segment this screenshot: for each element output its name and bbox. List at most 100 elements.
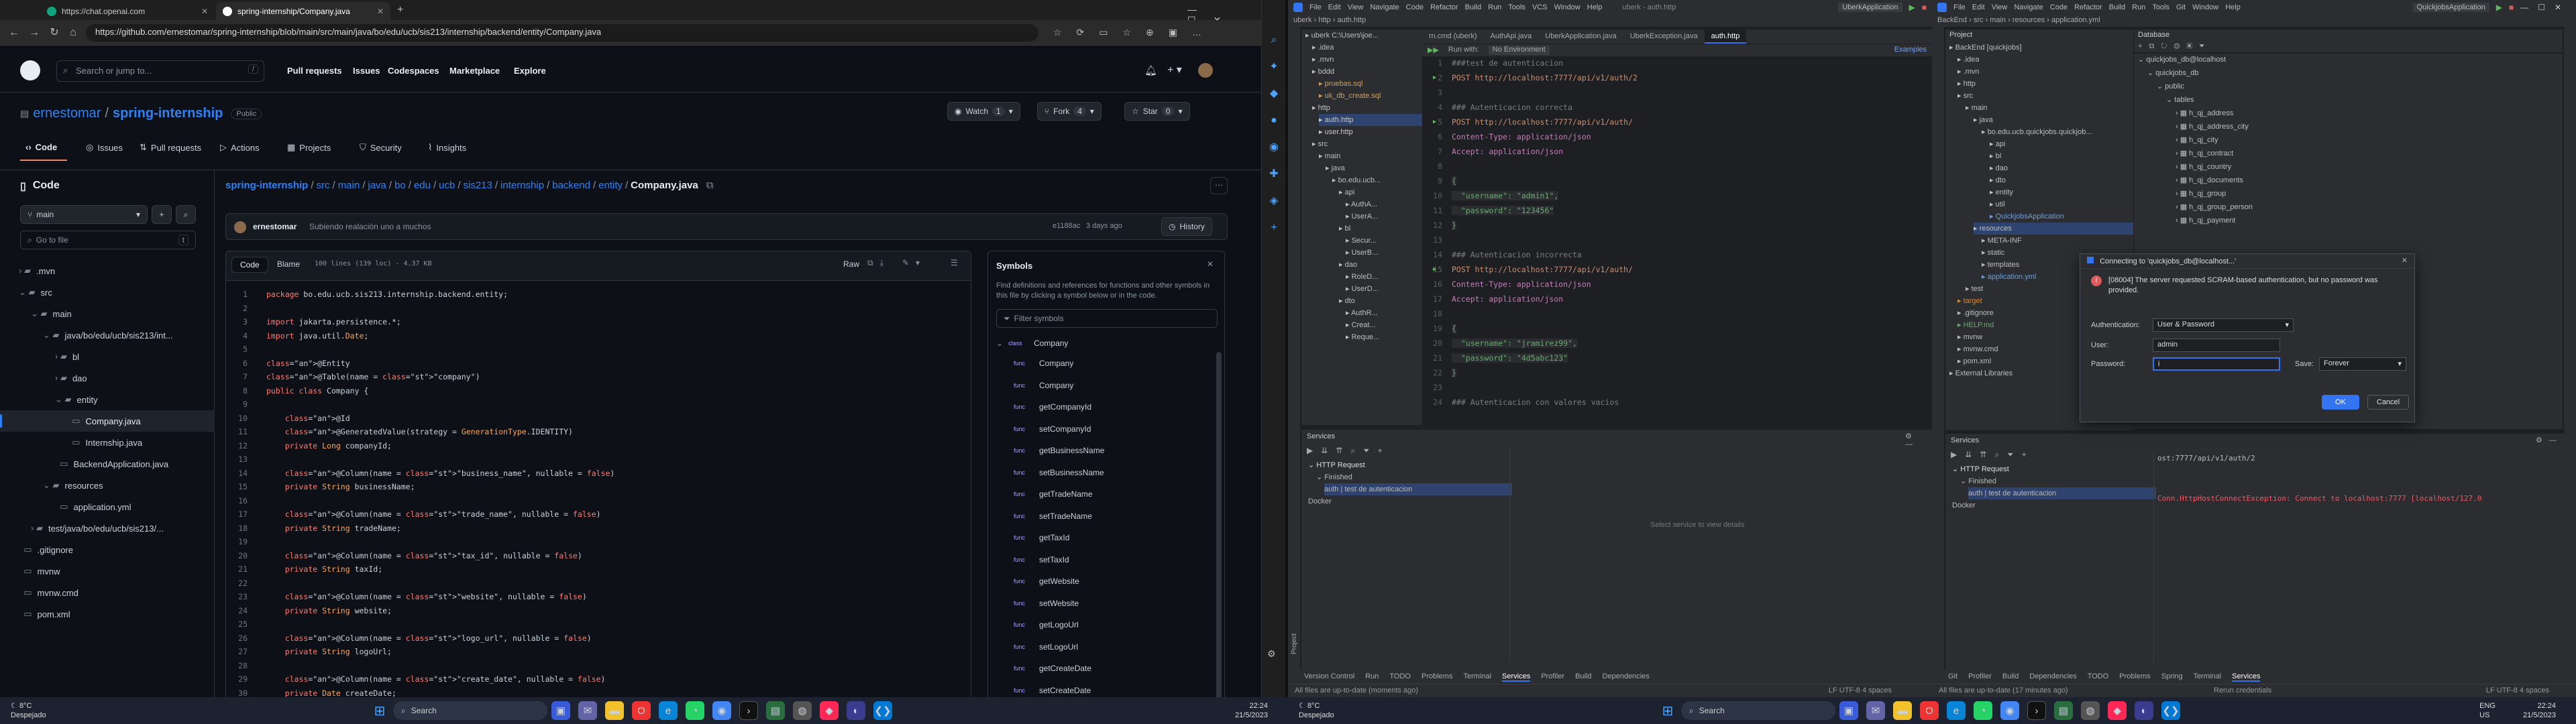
breadcrumb-link[interactable]: internship <box>500 180 544 191</box>
menu-item[interactable]: View <box>1992 3 2008 11</box>
tab-security[interactable]: ⛉ Security <box>360 142 402 153</box>
ide-breadcrumb-item[interactable]: resources <box>2012 16 2045 24</box>
project-tree-item[interactable]: ▸ AuthR... <box>1346 307 1378 319</box>
project-tree-item[interactable]: ▸ java <box>1326 162 1345 174</box>
menu-item[interactable]: Build <box>2109 3 2125 11</box>
breadcrumb-link[interactable]: backend <box>552 180 590 191</box>
breadcrumb-link[interactable]: bo <box>394 180 406 191</box>
line-number[interactable]: 9 <box>1422 176 1442 186</box>
repo-name-link[interactable]: spring-internship <box>113 106 223 121</box>
line-number[interactable]: 3 <box>226 315 266 328</box>
project-tree-item[interactable]: ▸ test <box>1966 283 1983 295</box>
commit-hash[interactable]: e1188ac <box>1053 222 1080 230</box>
line-number[interactable]: 22 <box>1422 367 1442 378</box>
start-icon[interactable]: ⊞ <box>370 701 389 720</box>
close-icon[interactable]: ✕ <box>1207 259 1214 269</box>
database-tree-item[interactable]: ⌄ quickjobs_db@localhost <box>2138 54 2226 66</box>
jetbrains-icon[interactable]: ◆ <box>2108 701 2127 720</box>
symbol-item[interactable]: func getTradeName <box>1014 487 1093 501</box>
line-number[interactable]: 18 <box>226 522 266 535</box>
project-tree-item[interactable]: ▸ mvnw <box>1957 331 1982 343</box>
terminal-icon[interactable]: › <box>2027 701 2046 720</box>
line-number[interactable]: 2 <box>226 302 266 315</box>
line-number[interactable]: 14 <box>226 467 266 480</box>
line-number[interactable]: 27 <box>226 645 266 658</box>
project-tree-item[interactable]: ▸ uk_db_create.sql <box>1319 90 1381 102</box>
project-tree-item[interactable]: ▸ http <box>1957 78 1976 90</box>
line-number[interactable]: 7 <box>226 370 266 383</box>
project-tree-item[interactable]: ▸ BackEnd [quickjobs] <box>1949 42 2022 54</box>
browser-tab[interactable]: https://chat.openai.com ✕ <box>40 2 215 20</box>
tool-window-tab[interactable]: Services <box>2232 672 2261 682</box>
taskbar-search[interactable]: ⌕ Search <box>1681 701 1835 720</box>
weather-widget[interactable]: ☾ 8°C Despejado <box>1299 701 1334 720</box>
chrome-icon[interactable]: ◉ <box>712 701 731 720</box>
project-tree-item[interactable]: ▸ user.http <box>1319 126 1353 138</box>
project-tree-item[interactable]: ▸ .gitignore <box>1957 307 1994 319</box>
close-tab-icon[interactable]: ✕ <box>201 7 208 16</box>
weather-widget[interactable]: ☾ 8°C Despejado <box>11 701 46 720</box>
project-tree-item[interactable]: ▸ resources <box>1974 223 2133 235</box>
tool-window-tab[interactable]: TODO <box>2088 672 2109 682</box>
line-number[interactable]: 8 <box>1422 161 1442 172</box>
menu-item[interactable]: VCS <box>1532 3 1548 11</box>
editor-tab[interactable]: UberkException.java <box>1623 29 1705 44</box>
whatsapp-icon[interactable]: ◔ <box>1974 701 1992 720</box>
url-input[interactable]: https://github.com/ernestomar/spring-int… <box>86 24 1038 42</box>
scrollbar[interactable] <box>1216 352 1222 701</box>
database-toolbar-icons[interactable]: +⧉↻⚙▣⏷ <box>2133 42 2563 52</box>
menu-item[interactable]: Code <box>2050 3 2068 11</box>
folder-icon[interactable]: ▬ <box>1893 701 1912 720</box>
tab-projects[interactable]: ▦ Projects <box>287 142 331 153</box>
menu-item[interactable]: Run <box>2132 3 2145 11</box>
project-tree-item[interactable]: ▸ UserB... <box>1346 247 1378 259</box>
database-tree-item[interactable]: › ▦ h_qj_group_person <box>2176 201 2253 213</box>
menu-item[interactable]: Code <box>1406 3 1424 11</box>
file-tree-item[interactable]: ⌄ ▰ entity <box>0 389 215 410</box>
menu-item[interactable]: File <box>1309 3 1322 11</box>
symbol-item[interactable]: func setWebsite <box>1014 596 1079 611</box>
terminal-icon[interactable]: › <box>739 701 758 720</box>
app-icon[interactable]: ◍ <box>2081 701 2100 720</box>
database-tree-item[interactable]: › ▦ h_qj_address <box>2176 107 2233 119</box>
line-number[interactable]: 9 <box>226 398 266 411</box>
project-tree-item[interactable]: ▸ application.yml <box>1982 271 2036 283</box>
service-node[interactable]: ⌄ HTTP Request <box>1308 459 1365 471</box>
panel-options-icons[interactable]: ⚙— <box>2536 436 2563 444</box>
file-tree-item[interactable]: ▭ BackendApplication.java <box>0 453 215 475</box>
file-tree-item[interactable]: › ▰ bl <box>0 346 215 367</box>
line-number[interactable]: 17 <box>1422 294 1442 304</box>
search-files-button[interactable]: ⌕ <box>176 205 196 224</box>
auth-select[interactable]: User & Password ▾ <box>2153 318 2294 332</box>
symbol-item[interactable]: func setCompanyId <box>1014 422 1091 436</box>
copy-download-icons[interactable]: ⧉⤓ <box>867 258 890 268</box>
file-tree-item[interactable]: ▭ Internship.java <box>0 432 215 453</box>
menu-item[interactable]: Window <box>2192 3 2218 11</box>
run-request-icon[interactable]: ▶ <box>1433 72 1436 83</box>
service-node[interactable]: auth | test de autenticacion <box>1968 487 2156 499</box>
project-tree-item[interactable]: ▸ auth.http <box>1319 114 1422 126</box>
symbol-item[interactable]: func Company <box>1014 378 1073 393</box>
line-number[interactable]: 13 <box>1422 235 1442 245</box>
tool-window-tab[interactable]: Profiler <box>1541 672 1564 682</box>
sidebar-app-icons[interactable]: ⌕ ✦ ◆ ● ◉ ✚ ◈ + <box>1267 27 1281 241</box>
database-tree-item[interactable]: ⌄ public <box>2157 80 2184 93</box>
services-toolbar-icons[interactable]: ▶⇊⇈⌕⏷+ <box>1951 450 2035 460</box>
breadcrumb-link[interactable]: src <box>317 180 330 191</box>
menu-item[interactable]: Refactor <box>1430 3 1458 11</box>
project-tree-item[interactable]: ▸ main <box>1319 150 1340 162</box>
breadcrumb-link[interactable]: main <box>338 180 360 191</box>
project-tree-item[interactable]: ▸ External Libraries <box>1949 367 2012 379</box>
database-tree-item[interactable]: › ▦ h_qj_group <box>2176 188 2226 200</box>
fork-button[interactable]: ⑂ Fork 4 ▾ <box>1037 102 1102 121</box>
app-icon[interactable]: ◐ <box>2135 701 2153 720</box>
menu-item[interactable]: Git <box>2176 3 2186 11</box>
user-field[interactable]: admin <box>2153 339 2280 352</box>
raw-button[interactable]: Raw <box>843 259 859 269</box>
chat-icon[interactable]: ✉ <box>1866 701 1885 720</box>
ide-breadcrumb-item[interactable]: src <box>1974 16 1984 24</box>
symbol-root[interactable]: ⌄ class Company <box>996 336 1068 351</box>
project-tree-item[interactable]: ▸ Creat... <box>1346 319 1376 331</box>
file-tree-item[interactable]: ▭ .gitignore <box>0 539 215 560</box>
examples-link[interactable]: Examples <box>1894 46 1927 55</box>
